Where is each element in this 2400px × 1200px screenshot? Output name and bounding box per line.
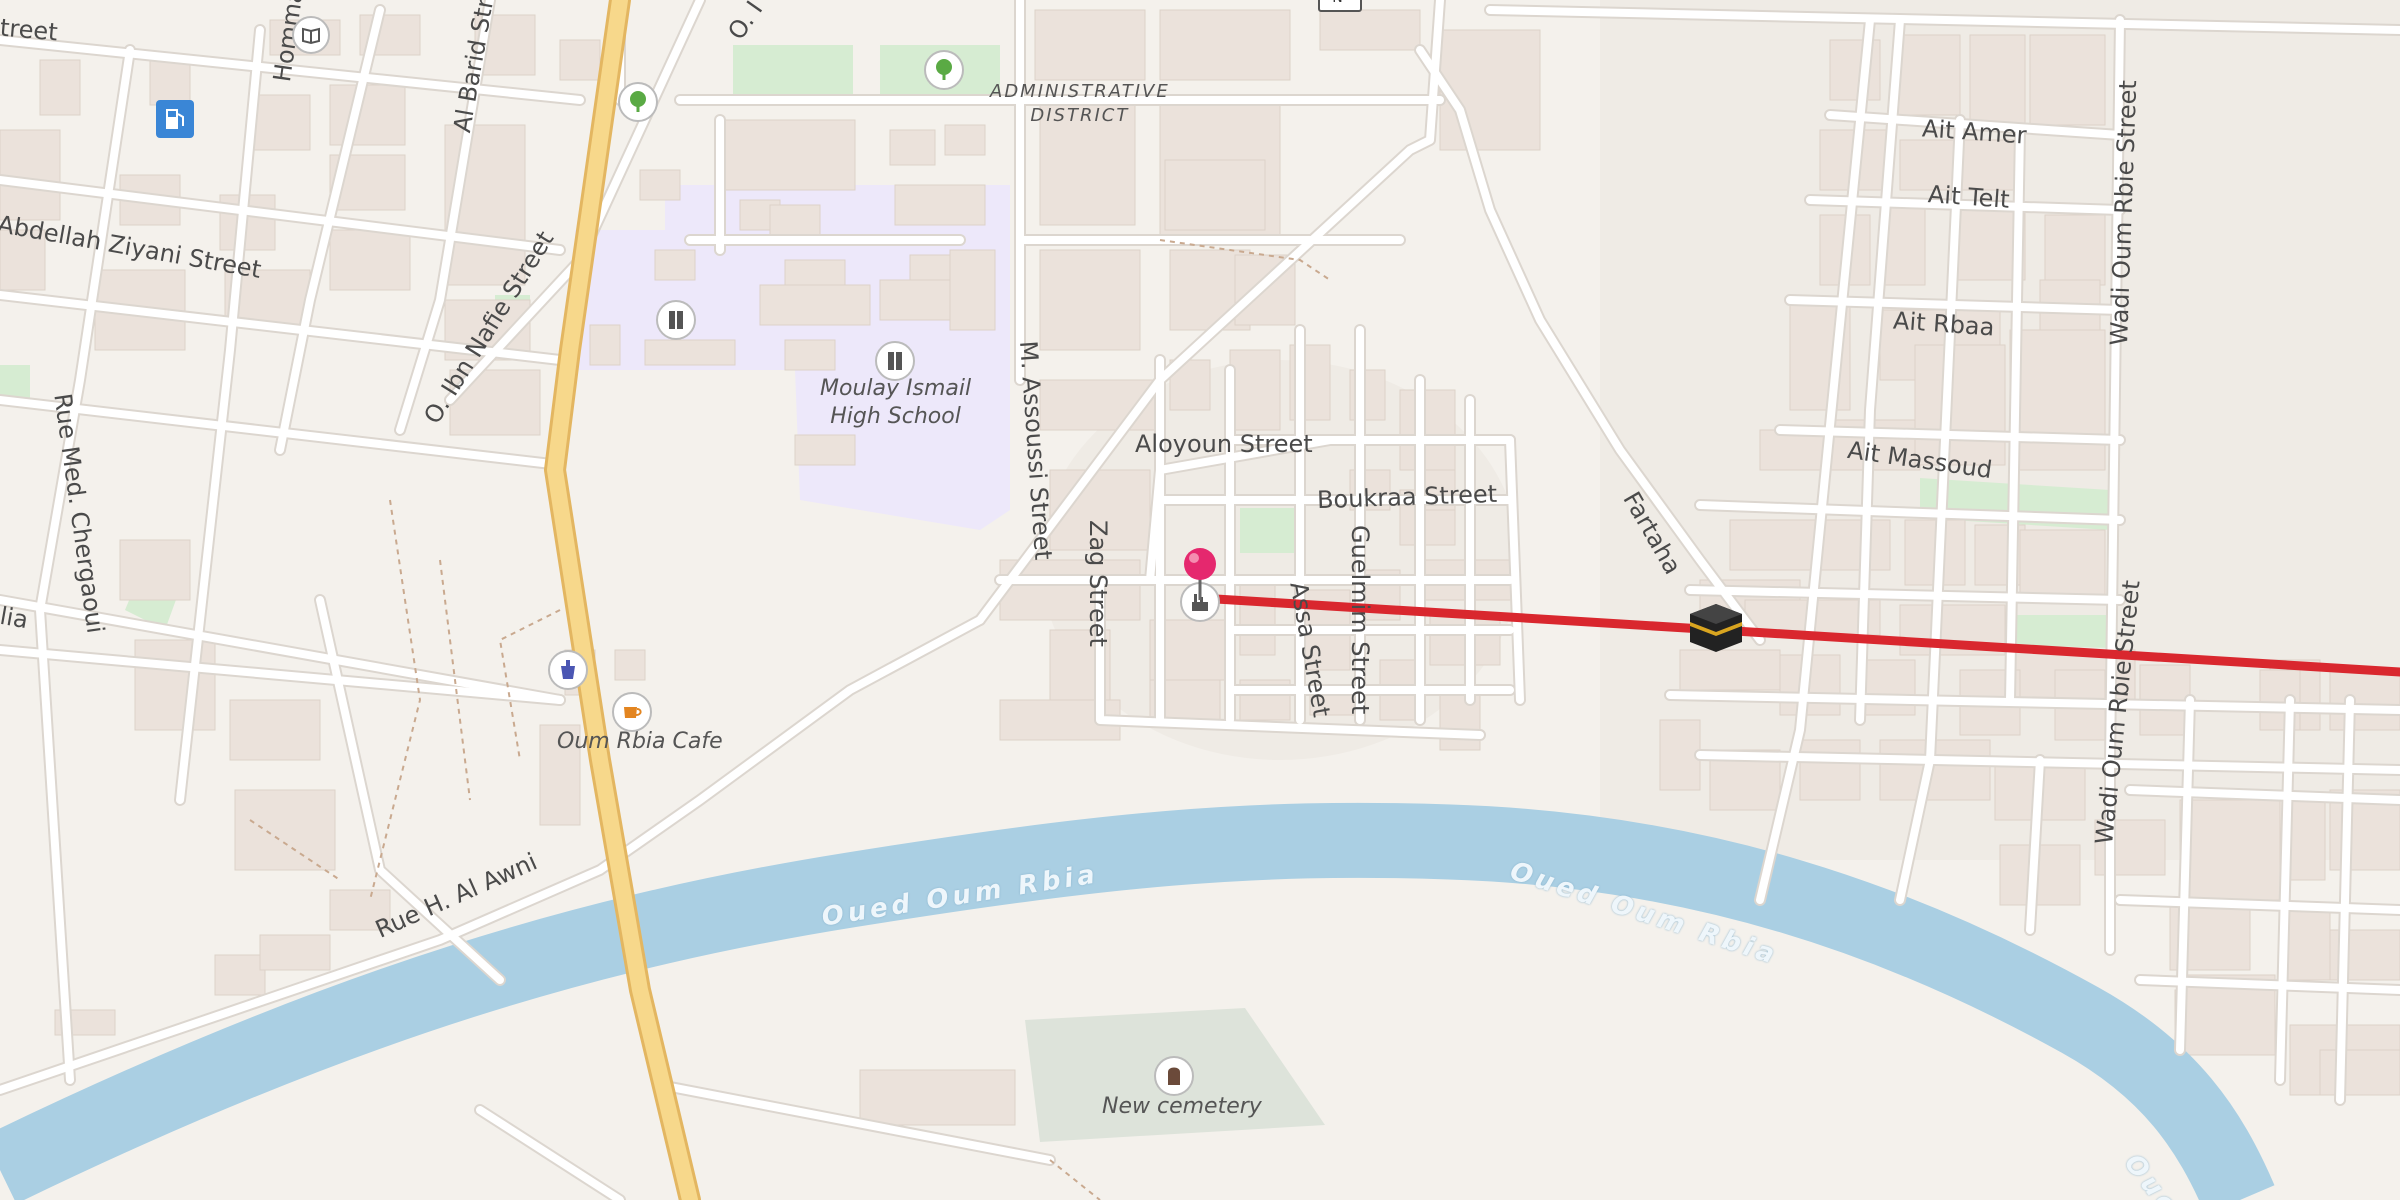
street-label: Ait Telt (1927, 180, 2011, 214)
pharmacy-icon[interactable] (548, 650, 588, 690)
cemetery-label[interactable]: New cemetery (1102, 1093, 1262, 1121)
fuel-station-icon[interactable] (156, 100, 194, 138)
street-label: Ait Rbaa (1892, 306, 1996, 342)
street-label: Boukraa Street (1316, 479, 1498, 515)
school-label-line2: High School (830, 404, 961, 429)
park-tree-icon[interactable] (924, 50, 964, 90)
cafe-label[interactable]: Oum Rbia Cafe (557, 728, 723, 756)
street-label: Zag Street (1084, 520, 1112, 647)
park-tree-icon[interactable] (618, 82, 658, 122)
street-label: treet (0, 13, 59, 47)
district-label-line1: ADMINISTRATIVE (990, 81, 1170, 102)
street-label: lia (0, 601, 31, 635)
school-label: Moulay Ismail High School (820, 375, 971, 431)
map-canvas[interactable]: N-1200 treet Homman Fatwa Al Barid Stree… (0, 0, 2400, 1200)
cafe-icon[interactable] (612, 692, 652, 732)
cemetery-icon[interactable] (1154, 1056, 1194, 1096)
district-label-line2: DISTRICT (1030, 105, 1130, 126)
kaaba-icon[interactable] (1688, 602, 1744, 654)
street-label: Aloyoun Street (1135, 430, 1313, 458)
district-label: ADMINISTRATIVE DISTRICT (990, 80, 1170, 128)
road-shield-label: N-1200 (1322, 0, 1358, 10)
street-label: Guelmim Street (1346, 525, 1374, 715)
library-icon[interactable] (292, 16, 330, 54)
map-pin-icon[interactable] (1180, 546, 1220, 602)
road-shield: N-1200 (1318, 0, 1362, 12)
school-icon[interactable] (656, 300, 696, 340)
school-icon[interactable] (875, 341, 915, 381)
street-label: Ait Amer (1921, 114, 2028, 150)
